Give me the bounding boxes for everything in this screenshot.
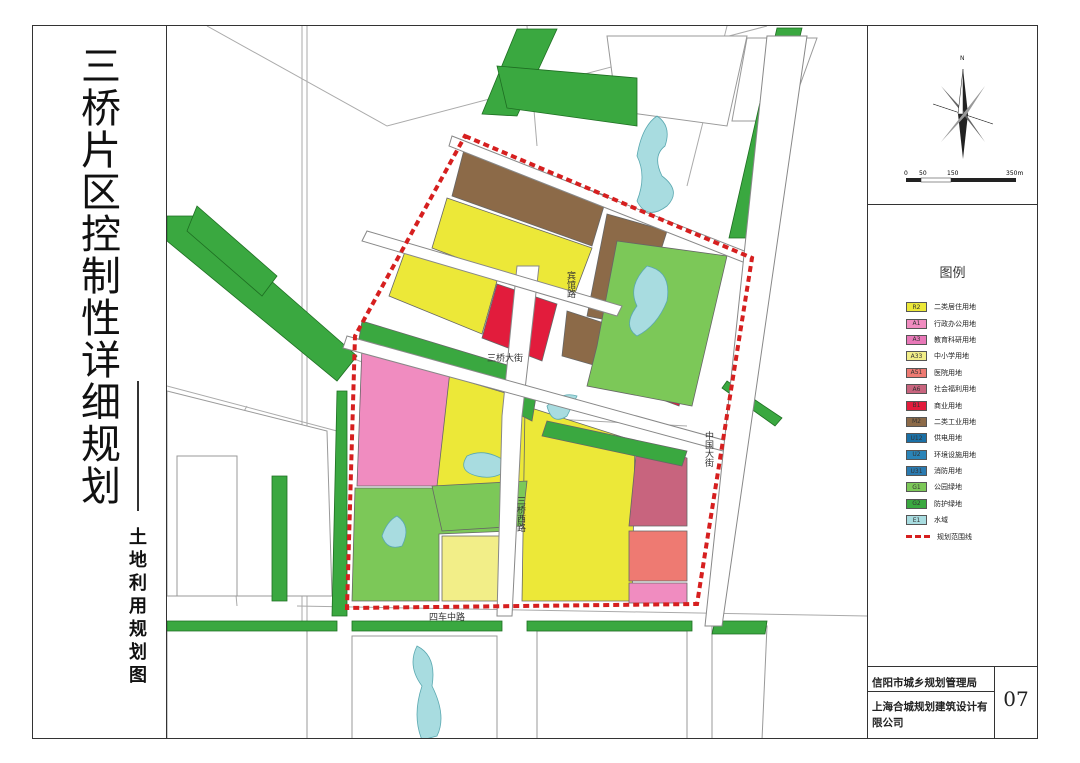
road-label-binguan: 宾馆路 (565, 270, 576, 299)
legend-label: 规划范围线 (937, 532, 972, 541)
legend-swatch: A3 (906, 334, 927, 345)
legend-label: 社会福利用地 (934, 385, 976, 394)
scale-bar: 0 50 150 350m (904, 170, 1023, 183)
legend-item: A6 社会福利用地 (906, 381, 976, 397)
legend-item-boundary: 规划范围线 (906, 528, 976, 544)
legend-item: U12 供电用地 (906, 430, 976, 446)
legend-column: N 0 50 150 350m 图例 R2 二类居住用地 A1 行政办公用地 A… (867, 26, 1037, 739)
legend-label: 二类工业用地 (934, 417, 976, 426)
legend-label: 环境设施用地 (934, 450, 976, 459)
legend-label: 行政办公用地 (934, 319, 976, 328)
compass-panel: N 0 50 150 350m (868, 26, 1037, 205)
map-canvas: 三桥西路 宾馆路 三桥大街 中国大街 四车中路 (167, 26, 867, 738)
land-use-map[interactable]: 三桥西路 宾馆路 三桥大街 中国大街 四车中路 (167, 26, 867, 738)
road-label-sanqiao-street: 三桥大街 (487, 352, 523, 364)
legend-item: U2 环境设施用地 (906, 447, 976, 463)
road-label-sichezhong: 四车中路 (429, 611, 465, 623)
legend-label: 教育科研用地 (934, 335, 976, 344)
organization-cell: 信阳市城乡规划管理局 上海合城规划建筑设计有限公司 (868, 667, 995, 739)
legend-item: A51 医院用地 (906, 365, 976, 381)
title-block: 信阳市城乡规划管理局 上海合城规划建筑设计有限公司 07 (868, 666, 1037, 739)
drawing-frame: 三桥片区控制性详细规划 土地利用规划图 三桥西路 宾馆路 三桥大街 中国大街 四… (32, 25, 1038, 739)
svg-text:150: 150 (947, 170, 959, 177)
legend-swatch: E1 (906, 515, 927, 526)
title-divider-line (137, 381, 139, 511)
legend-swatch: R2 (906, 302, 927, 313)
boundary-line-swatch (906, 535, 930, 539)
legend-swatch: M2 (906, 416, 927, 427)
sheet-number: 07 (1003, 687, 1029, 711)
legend-label: 防护绿地 (934, 499, 962, 508)
map-title: 三桥片区控制性详细规划 (81, 44, 121, 510)
legend-title: 图例 (939, 266, 966, 281)
svg-text:350m: 350m (1006, 170, 1023, 177)
road-label-sanqiao-west: 三桥西路 (515, 496, 526, 533)
legend-label: 消防用地 (934, 467, 962, 476)
legend-label: 商业用地 (934, 401, 962, 410)
legend-swatch: A33 (906, 351, 927, 362)
legend-label: 供电用地 (934, 434, 962, 443)
legend-item: E1 水域 (906, 512, 976, 528)
legend-swatch: A6 (906, 384, 927, 395)
legend-item: G1 公园绿地 (906, 479, 976, 495)
legend-item: A33 中小学用地 (906, 348, 976, 364)
legend-swatch: G2 (906, 498, 927, 509)
legend-label: 二类居住用地 (934, 303, 976, 312)
legend-label: 中小学用地 (934, 352, 969, 361)
planning-authority: 信阳市城乡规划管理局 (872, 677, 977, 689)
legend-item: G2 防护绿地 (906, 496, 976, 512)
legend-item: A1 行政办公用地 (906, 315, 976, 331)
legend-swatch: A1 (906, 318, 927, 329)
svg-text:0: 0 (904, 170, 908, 177)
north-arrow-icon: N 0 50 150 350m (904, 55, 1023, 183)
legend-swatch: B1 (906, 400, 927, 411)
legend-label: 公园绿地 (934, 483, 962, 492)
legend-swatch: A51 (906, 367, 927, 378)
legend-label: 水域 (934, 516, 948, 525)
map-subtitle: 土地利用规划图 (129, 527, 147, 686)
svg-text:N: N (960, 55, 965, 62)
road-label-zhongguo: 中国大街 (703, 430, 714, 468)
legend-swatch: U12 (906, 433, 927, 444)
legend-swatch: G1 (906, 482, 927, 493)
legend-list: R2 二类居住用地 A1 行政办公用地 A3 教育科研用地 A33 中小学用地 A51 医院用地 A… (906, 299, 976, 545)
legend-item: R2 二类居住用地 (906, 299, 976, 315)
legend-swatch: U2 (906, 449, 927, 460)
title-column: 三桥片区控制性详细规划 土地利用规划图 (33, 26, 167, 738)
legend-item: A3 教育科研用地 (906, 332, 976, 348)
legend-item: M2 二类工业用地 (906, 414, 976, 430)
legend-item: U31 消防用地 (906, 463, 976, 479)
design-institute: 上海合城规划建筑设计有限公司 (872, 701, 988, 729)
legend-item: B1 商业用地 (906, 397, 976, 413)
svg-text:50: 50 (919, 170, 927, 177)
legend-label: 医院用地 (934, 368, 962, 377)
org-divider (868, 691, 994, 692)
legend-swatch: U31 (906, 466, 927, 477)
